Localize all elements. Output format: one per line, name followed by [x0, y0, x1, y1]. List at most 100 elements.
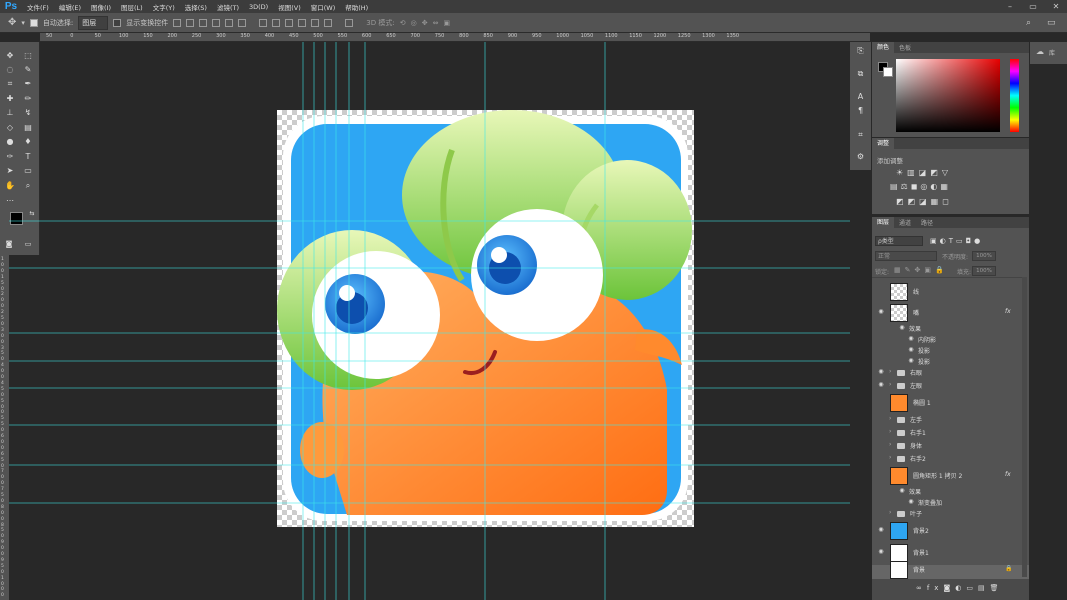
paragraph-icon[interactable]: ¶	[855, 106, 866, 117]
dodge-tool-icon[interactable]: ♦	[22, 136, 34, 148]
hand-tool-icon[interactable]: ✋	[4, 180, 16, 192]
workspace-icon[interactable]: ▭	[1047, 18, 1056, 28]
layer-row[interactable]: 线	[872, 283, 1029, 301]
menu-image[interactable]: 图像(I)	[86, 2, 116, 12]
align-right-icon[interactable]	[238, 18, 247, 27]
close-button[interactable]: ✕	[1045, 0, 1067, 13]
layer-fx-badge[interactable]: fx	[1005, 471, 1011, 478]
3d-rotate-icon[interactable]: ⟲	[400, 19, 406, 27]
eyedropper-tool-icon[interactable]: ✒	[22, 78, 34, 90]
layer-effect-row[interactable]: ◉ 渐变叠加	[872, 498, 1029, 508]
history-brush-tool-icon[interactable]: ↯	[22, 107, 34, 119]
color-field[interactable]	[896, 59, 1000, 132]
color-bg-swatch[interactable]	[883, 67, 893, 77]
visibility-eye-icon[interactable]: ◉	[877, 368, 885, 375]
lock-icons[interactable]: ▦✎✥▣🔒	[894, 266, 948, 274]
align-bottom-icon[interactable]	[199, 18, 208, 27]
layer-group-row[interactable]: › 左手	[872, 415, 1029, 425]
effect-eye-icon[interactable]: ◉	[907, 346, 915, 353]
visibility-eye-icon[interactable]: ◉	[877, 381, 885, 388]
path-select-tool-icon[interactable]: ➤	[4, 165, 16, 177]
layer-group-row[interactable]: ◉ › 右眼	[872, 368, 1029, 378]
eraser-tool-icon[interactable]: ◇	[4, 122, 16, 134]
adjustment-icons-row3[interactable]: ◩◩◪▦◻	[896, 197, 953, 206]
align-left-icon[interactable]	[212, 18, 221, 27]
expand-arrow-icon[interactable]: ›	[889, 368, 891, 375]
character-icon[interactable]: A	[855, 92, 866, 103]
marquee-tool-icon[interactable]: ⬚	[22, 50, 34, 62]
effect-eye-icon[interactable]: ◉	[907, 335, 915, 342]
crop-tool-icon[interactable]: ⌗	[4, 78, 16, 90]
3d-roll-icon[interactable]: ◎	[411, 19, 417, 27]
layer-effect-row[interactable]: ◉ 效果	[872, 487, 1029, 497]
library-panel-tab[interactable]: ☁ 库	[1030, 42, 1067, 64]
auto-align-icon[interactable]	[345, 18, 354, 27]
layer-row[interactable]: ◉ 背景2	[872, 522, 1029, 540]
adjustment-icons-row2[interactable]: ▤⚖◼◎◐▦	[890, 182, 951, 191]
menu-file[interactable]: 文件(F)	[22, 2, 54, 12]
tab-channels[interactable]: 通道	[894, 218, 916, 227]
distribute-right-icon[interactable]	[324, 18, 333, 27]
auto-select-checkbox[interactable]	[29, 18, 38, 27]
zoom-tool-icon[interactable]: ⌕	[22, 180, 34, 192]
transform-controls-checkbox[interactable]	[113, 18, 122, 27]
expand-arrow-icon[interactable]: ›	[889, 454, 891, 461]
3d-pan-icon[interactable]: ✥	[422, 19, 428, 27]
swap-colors-icon[interactable]: ⇆	[26, 208, 38, 220]
layers-footer-icons[interactable]: ∞fx◙◐▭▤🗑	[916, 584, 1003, 592]
opacity-field[interactable]: 100%	[972, 251, 996, 261]
dropdown-icon[interactable]: ▾	[21, 19, 25, 27]
menu-type[interactable]: 文字(Y)	[148, 2, 180, 12]
tab-swatches[interactable]: 色板	[894, 43, 916, 52]
layer-row[interactable]: 椭圆 1	[872, 394, 1029, 412]
expand-arrow-icon[interactable]: ›	[889, 441, 891, 448]
crop-icon[interactable]: ⌗	[855, 130, 866, 141]
expand-arrow-icon[interactable]: ›	[889, 509, 891, 516]
menu-3d[interactable]: 3D(D)	[244, 3, 273, 11]
distribute-left-icon[interactable]	[298, 18, 307, 27]
layer-filter-icons[interactable]: ▣◐T▭◘●	[930, 237, 983, 245]
align-hcenter-icon[interactable]	[225, 18, 234, 27]
healing-tool-icon[interactable]: ✚	[4, 93, 16, 105]
layer-effect-row[interactable]: ◉ 内阴影	[872, 335, 1029, 345]
more-tools-icon[interactable]: ⋯	[4, 195, 16, 207]
hue-slider[interactable]	[1010, 59, 1019, 132]
visibility-eye-icon[interactable]: ◉	[877, 526, 885, 533]
effect-eye-icon[interactable]: ◉	[898, 487, 906, 494]
foreground-color-swatch[interactable]	[10, 212, 23, 225]
align-top-icon[interactable]	[173, 18, 182, 27]
layer-effect-row[interactable]: ◉ 投影	[872, 346, 1029, 356]
layer-row[interactable]: ◉ 背景1	[872, 544, 1029, 562]
distribute-vcenter-icon[interactable]	[272, 18, 281, 27]
history-icon[interactable]: ⎘	[855, 46, 866, 57]
quick-select-tool-icon[interactable]: ✎	[22, 64, 34, 76]
layer-row[interactable]: ◉ 嘴 fx	[872, 304, 1029, 322]
brush-tool-icon[interactable]: ✏	[22, 93, 34, 105]
actions-icon[interactable]: ⧉	[855, 69, 866, 80]
tab-layers[interactable]: 图层	[872, 217, 895, 228]
menu-view[interactable]: 视图(V)	[273, 2, 306, 12]
layers-scrollbar[interactable]	[1022, 277, 1027, 577]
expand-arrow-icon[interactable]: ›	[889, 381, 891, 388]
menu-window[interactable]: 窗口(W)	[306, 2, 341, 12]
tab-paths[interactable]: 路径	[916, 218, 938, 227]
blur-tool-icon[interactable]: ●	[4, 136, 16, 148]
effect-eye-icon[interactable]: ◉	[907, 357, 915, 364]
gradient-tool-icon[interactable]: ▤	[22, 122, 34, 134]
tab-adjustments[interactable]: 调整	[872, 138, 895, 149]
document-canvas[interactable]	[277, 110, 694, 527]
blend-mode-dropdown[interactable]: 正常	[875, 251, 937, 261]
quick-mask-icon[interactable]: ◙	[3, 238, 15, 250]
layer-fx-badge[interactable]: fx	[1005, 308, 1011, 315]
3d-slide-icon[interactable]: ⇔	[433, 19, 439, 27]
expand-arrow-icon[interactable]: ›	[889, 428, 891, 435]
adjustment-icons-row1[interactable]: ☀▥◪◩▽	[896, 168, 952, 177]
layer-row[interactable]: 圆角矩形 1 拷贝 2 fx	[872, 467, 1029, 485]
type-tool-icon[interactable]: T	[22, 151, 34, 163]
shape-tool-icon[interactable]: ▭	[22, 165, 34, 177]
properties-icon[interactable]: ⚙	[855, 152, 866, 163]
layer-group-row[interactable]: › 右手1	[872, 428, 1029, 438]
layer-effect-row[interactable]: ◉ 投影	[872, 357, 1029, 367]
screen-mode-icon[interactable]: ▭	[22, 238, 34, 250]
menu-select[interactable]: 选择(S)	[180, 2, 212, 12]
